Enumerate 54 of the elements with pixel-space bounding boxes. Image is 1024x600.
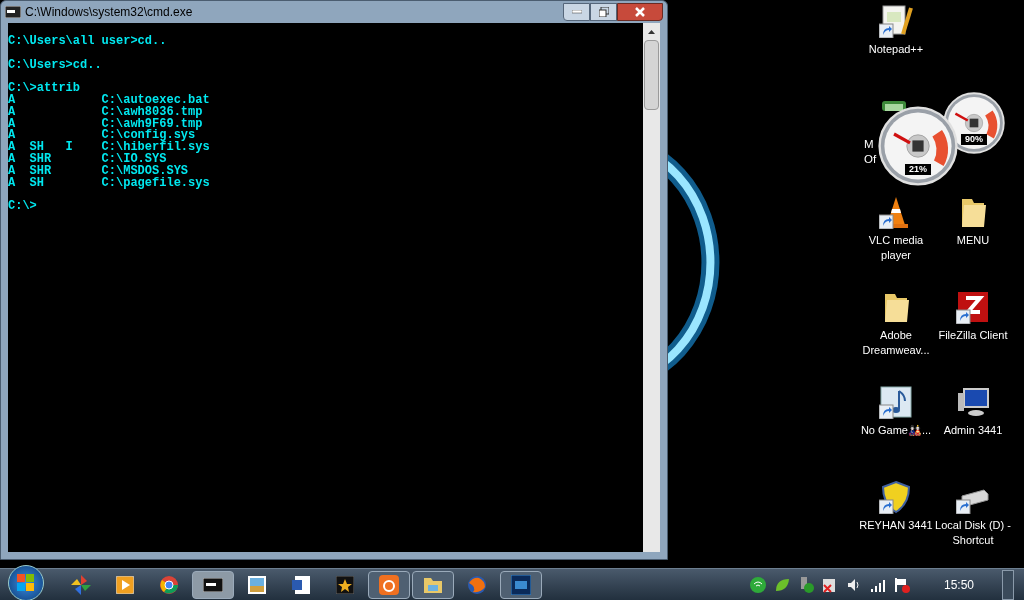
shortcut-label[interactable]: Notepad++ bbox=[868, 42, 924, 57]
console-line: C:\Users>cd.. bbox=[8, 59, 102, 72]
scrollbar[interactable] bbox=[643, 23, 660, 552]
console-line: A SH C:\pagefile.sys bbox=[8, 177, 210, 190]
browser-icon bbox=[160, 575, 178, 594]
document-icon bbox=[292, 575, 310, 594]
restore-icon bbox=[598, 7, 609, 17]
clock[interactable]: 15:50 bbox=[943, 575, 974, 594]
play-icon bbox=[116, 575, 134, 594]
pinwheel-icon bbox=[71, 574, 91, 595]
window-title: C:\Windows\system32\cmd.exe bbox=[25, 4, 193, 21]
console-line: A C:\autoexec.bat bbox=[8, 95, 210, 107]
taskbar-button[interactable] bbox=[500, 570, 542, 599]
film-star-icon bbox=[336, 575, 354, 594]
windows-logo-icon bbox=[17, 573, 35, 592]
minimize-icon bbox=[571, 10, 582, 14]
console-line: C:\>attrib bbox=[8, 83, 80, 95]
flag-icon[interactable] bbox=[893, 576, 910, 593]
shortcut-label[interactable]: Of bbox=[864, 152, 877, 167]
taskbar-button[interactable] bbox=[368, 570, 410, 599]
shortcut-label[interactable]: Local Disk (D) - Shortcut bbox=[934, 518, 1012, 548]
minimize-button[interactable] bbox=[563, 3, 590, 21]
console-line: A SHR C:\IO.SYS bbox=[8, 153, 167, 166]
taskbar-button[interactable] bbox=[192, 570, 234, 599]
console-line: C:\Users\all user>cd.. bbox=[8, 36, 167, 48]
console-icon bbox=[5, 6, 21, 18]
console-line: A SHR C:\MSDOS.SYS bbox=[8, 165, 189, 178]
close-button[interactable] bbox=[617, 3, 663, 21]
shortcut-label[interactable]: FileZilla Client bbox=[938, 328, 1008, 343]
leaf-icon[interactable] bbox=[773, 576, 790, 593]
close-icon bbox=[635, 7, 645, 17]
scroll-up-icon[interactable] bbox=[648, 29, 655, 34]
image-icon bbox=[248, 575, 266, 594]
memory-reading: 90% bbox=[961, 134, 987, 146]
console-line: C:\> bbox=[8, 201, 37, 213]
shortcut-label[interactable]: REYHAN 3441 bbox=[859, 518, 933, 533]
photo-editor-icon bbox=[511, 574, 531, 595]
show-desktop-button[interactable] bbox=[1002, 569, 1014, 600]
shortcut-label[interactable]: Admin 3441 bbox=[943, 423, 1003, 438]
shortcut-label[interactable]: No Game🎎... bbox=[860, 423, 932, 438]
folder-icon bbox=[423, 575, 443, 594]
shortcut-label[interactable]: M bbox=[864, 137, 877, 152]
cpu-reading: 21% bbox=[905, 163, 931, 175]
console-line: A C:\awh8036.tmp bbox=[8, 106, 203, 119]
start-button[interactable] bbox=[8, 564, 44, 600]
console-icon bbox=[203, 577, 223, 592]
shortcut-label[interactable]: VLC media player bbox=[857, 233, 935, 263]
shortcut-label[interactable]: MENU bbox=[956, 233, 990, 248]
scrollbar-thumb[interactable] bbox=[644, 40, 659, 110]
spreadsheet-icon[interactable] bbox=[882, 101, 906, 111]
shortcut-label[interactable]: Adobe Dreamweav... bbox=[857, 328, 935, 358]
wifi-icon[interactable] bbox=[749, 576, 766, 593]
console-line: A SH I C:\hiberfil.sys bbox=[8, 142, 210, 154]
maximize-button[interactable] bbox=[590, 3, 617, 21]
